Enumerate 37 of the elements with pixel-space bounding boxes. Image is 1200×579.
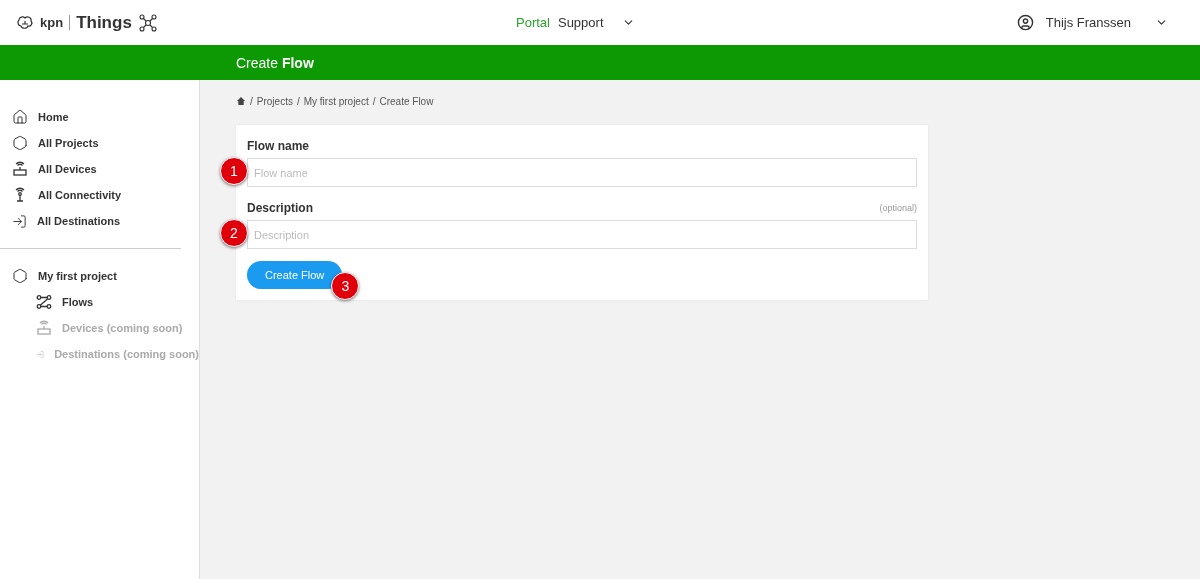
sidebar-item[interactable]: My first project — [0, 263, 199, 289]
breadcrumb-separator: / — [296, 95, 300, 107]
sidebar-item[interactable]: Flows — [0, 289, 199, 315]
breadcrumb-separator: / — [250, 95, 253, 107]
hexagon-icon — [12, 135, 28, 151]
network-icon — [137, 13, 158, 32]
router-icon — [36, 320, 52, 336]
brand-name: kpn — [40, 15, 71, 30]
sidebar-item[interactable]: All Connectivity — [0, 182, 199, 208]
sidebar-item[interactable]: All Projects — [0, 130, 199, 156]
home-icon — [12, 109, 28, 125]
product-name: Things — [76, 12, 132, 33]
breadcrumb-separator: / — [372, 95, 376, 107]
flow-icon — [36, 294, 52, 310]
sidebar-item[interactable]: Home — [0, 104, 199, 130]
sidebar-item[interactable]: All Destinations — [0, 208, 199, 234]
logo-icon — [16, 14, 34, 31]
optional-hint: (optional) — [879, 202, 917, 213]
hexagon-icon — [12, 268, 28, 284]
sidebar-item[interactable]: All Devices — [0, 156, 199, 182]
step-number-badge: 1 — [220, 157, 248, 185]
field-label: Flow name — [247, 138, 309, 153]
user-icon[interactable] — [1016, 14, 1034, 31]
home-icon[interactable] — [236, 96, 246, 106]
router-icon — [12, 161, 28, 177]
field-label: Description — [247, 200, 313, 215]
breadcrumb-link[interactable]: Create Flow — [379, 95, 434, 107]
input-field[interactable]: Description — [247, 220, 917, 249]
nav-link[interactable]: Support — [557, 15, 604, 30]
user-name[interactable]: Thijs Franssen — [1045, 15, 1131, 30]
step-number-badge: 2 — [220, 219, 248, 247]
input-field[interactable]: Flow name — [247, 158, 917, 187]
page-title: Create Flow — [236, 54, 314, 71]
arrow-in-icon — [12, 213, 27, 229]
breadcrumb-link[interactable]: Projects — [256, 95, 293, 107]
breadcrumb-link[interactable]: My first project — [303, 95, 369, 107]
step-number-badge: 3 — [331, 272, 360, 300]
